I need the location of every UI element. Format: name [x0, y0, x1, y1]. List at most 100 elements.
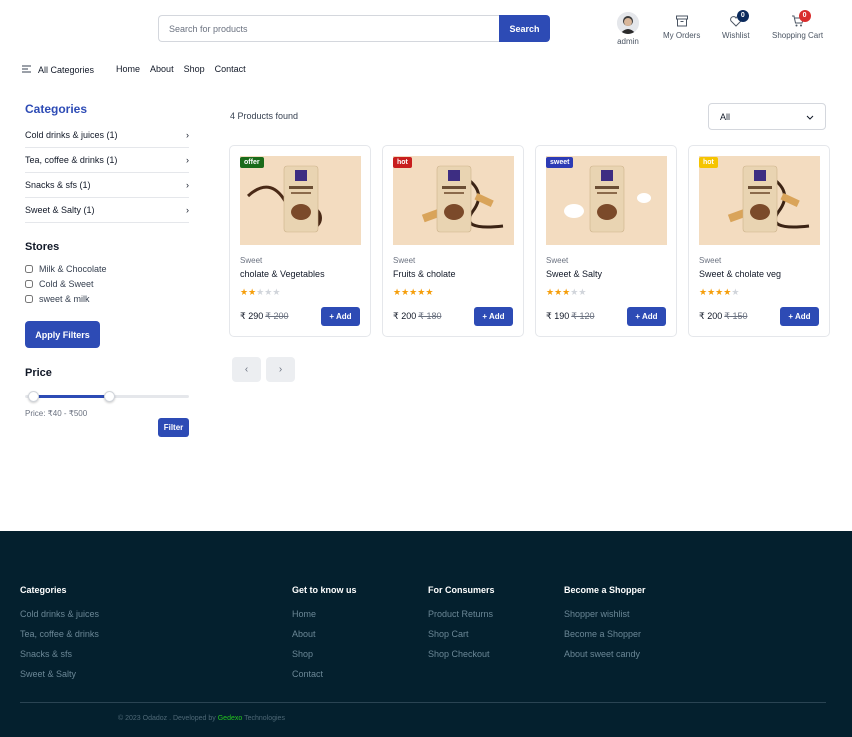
prev-page-button[interactable]: ‹: [232, 357, 261, 382]
current-price: ₹ 200: [393, 311, 417, 321]
product-card[interactable]: sweet Sweet Sweet & Salty ★★★★★ ₹ 190 ₹ 120 + …: [535, 145, 677, 337]
copyright-suffix: Technologies: [242, 715, 285, 722]
category-item[interactable]: Tea, coffee & drinks (1) ›: [25, 148, 189, 173]
footer-link[interactable]: Sweet & Salty: [20, 669, 99, 679]
my-orders-link[interactable]: My Orders: [663, 14, 700, 40]
category-item[interactable]: Snacks & sfs (1) ›: [25, 173, 189, 198]
original-price: ₹ 200: [265, 311, 289, 321]
product-price: ₹ 290 ₹ 200: [240, 311, 289, 322]
apply-filters-button[interactable]: Apply Filters: [25, 321, 100, 348]
account-label: admin: [617, 37, 639, 46]
star-icon: ★: [546, 287, 555, 297]
next-page-button[interactable]: ›: [266, 357, 295, 382]
product-name[interactable]: Sweet & cholate veg: [699, 269, 781, 279]
price-filter-button[interactable]: Filter: [158, 418, 189, 437]
nav-shop[interactable]: Shop: [184, 64, 205, 74]
slider-min-handle[interactable]: [28, 391, 39, 402]
product-card[interactable]: hot Sweet Fruits & cholate ★★★★★ ₹ 200 ₹ 180 +…: [382, 145, 524, 337]
category-item[interactable]: Cold drinks & juices (1) ›: [25, 123, 189, 148]
product-rating: ★★★★★: [546, 287, 586, 298]
footer-column-consumers: For Consumers Product Returns Shop Cart …: [428, 585, 495, 669]
current-price: ₹ 290: [240, 311, 264, 321]
chevron-right-icon: ›: [186, 130, 189, 140]
copyright-prefix: © 2023 Odadoz . Developed by: [118, 715, 218, 722]
nav-home[interactable]: Home: [116, 64, 140, 74]
all-categories-label: All Categories: [38, 65, 95, 75]
footer-link[interactable]: Become a Shopper: [564, 629, 646, 639]
chevron-right-icon: ›: [186, 155, 189, 165]
footer-link[interactable]: Contact: [292, 669, 357, 679]
footer-link[interactable]: Shop Checkout: [428, 649, 495, 659]
price-range-text: Price: ₹40 - ₹500: [25, 409, 88, 418]
slider-max-handle[interactable]: [104, 391, 115, 402]
product-card[interactable]: offer Sweet cholate & Vegetables ★★★★★ ₹ 290…: [229, 145, 371, 337]
star-icon: ★: [401, 287, 410, 297]
search-input[interactable]: [158, 15, 499, 42]
developer-link[interactable]: Gedexo: [218, 715, 243, 722]
footer-link[interactable]: Product Returns: [428, 609, 495, 619]
add-label: Add: [336, 312, 352, 321]
footer-link[interactable]: Tea, coffee & drinks: [20, 629, 99, 639]
star-icon: ★: [707, 287, 716, 297]
product-image[interactable]: [393, 156, 514, 245]
wishlist-label: Wishlist: [722, 31, 750, 40]
product-price: ₹ 200 ₹ 150: [699, 311, 748, 322]
category-label: Tea, coffee & drinks (1): [25, 155, 118, 165]
nav-about[interactable]: About: [150, 64, 174, 74]
footer-heading: Categories: [20, 585, 67, 595]
product-rating: ★★★★★: [393, 287, 433, 298]
footer-heading: For Consumers: [428, 585, 495, 595]
star-icon: ★: [240, 287, 249, 297]
product-image[interactable]: [240, 156, 361, 245]
footer-link[interactable]: Snacks & sfs: [20, 649, 99, 659]
footer-link[interactable]: About: [292, 629, 357, 639]
product-name[interactable]: cholate & Vegetables: [240, 269, 325, 279]
nav-contact[interactable]: Contact: [215, 64, 246, 74]
store-checkbox[interactable]: [25, 294, 33, 303]
store-checkbox[interactable]: [25, 264, 33, 273]
price-slider[interactable]: [25, 391, 189, 402]
product-rating: ★★★★★: [699, 287, 739, 298]
footer-link[interactable]: Shop Cart: [428, 629, 495, 639]
cart-icon: 0: [791, 10, 811, 28]
current-price: ₹ 200: [699, 311, 723, 321]
store-checkbox[interactable]: [25, 279, 33, 288]
star-icon: ★: [554, 287, 563, 297]
category-label: Snacks & sfs (1): [25, 180, 91, 190]
category-item[interactable]: Sweet & Salty (1) ›: [25, 198, 189, 223]
add-to-cart-button[interactable]: + Add: [474, 307, 513, 326]
store-label: Cold & Sweet: [39, 278, 94, 289]
footer-link[interactable]: About sweet candy: [564, 649, 646, 659]
product-image[interactable]: [699, 156, 820, 245]
all-categories-button[interactable]: All Categories: [22, 65, 94, 75]
account-menu[interactable]: admin: [617, 12, 639, 46]
product-card[interactable]: hot Sweet Sweet & cholate veg ★★★★★ ₹ 200 ₹ 1…: [688, 145, 830, 337]
add-label: Add: [642, 312, 658, 321]
footer-link[interactable]: Shopper wishlist: [564, 609, 646, 619]
product-image[interactable]: [546, 156, 667, 245]
footer-column-categories: Categories Cold drinks & juices Tea, cof…: [20, 585, 99, 689]
product-name[interactable]: Sweet & Salty: [546, 269, 602, 279]
cart-badge: 0: [798, 10, 811, 22]
star-icon: ★: [731, 287, 740, 297]
wishlist-link[interactable]: 0 Wishlist: [722, 10, 750, 40]
heart-icon: 0: [729, 10, 749, 28]
add-to-cart-button[interactable]: + Add: [627, 307, 666, 326]
store-option[interactable]: Milk & Chocolate: [25, 261, 189, 276]
add-label: Add: [795, 312, 811, 321]
add-to-cart-button[interactable]: + Add: [780, 307, 819, 326]
store-option[interactable]: Cold & Sweet: [25, 276, 189, 291]
cart-link[interactable]: 0 Shopping Cart: [772, 10, 823, 40]
original-price: ₹ 120: [571, 311, 595, 321]
product-tag: sweet: [546, 157, 574, 168]
sort-select[interactable]: All: [708, 103, 826, 130]
store-option[interactable]: sweet & milk: [25, 291, 189, 306]
search-button[interactable]: Search: [499, 15, 550, 42]
avatar: [617, 12, 639, 34]
footer-link[interactable]: Cold drinks & juices: [20, 609, 99, 619]
footer-link[interactable]: Home: [292, 609, 357, 619]
product-name[interactable]: Fruits & cholate: [393, 269, 456, 279]
add-to-cart-button[interactable]: + Add: [321, 307, 360, 326]
footer-divider: [20, 702, 826, 703]
footer-link[interactable]: Shop: [292, 649, 357, 659]
